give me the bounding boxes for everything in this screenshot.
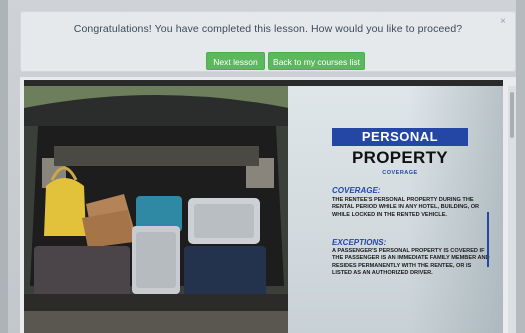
right-edge [516, 0, 525, 333]
slide-title-coverage: COVERAGE [382, 170, 418, 176]
accent-bar [487, 212, 489, 267]
coverage-text: THE RENTEE'S PERSONAL PROPERTY DURING TH… [332, 197, 480, 218]
lesson-slide: PERSONAL PROPERTY COVERAGE COVERAGE: THE… [24, 86, 503, 333]
next-lesson-button[interactable]: Next lesson [206, 52, 265, 70]
left-edge [0, 0, 8, 333]
slide-title-personal: PERSONAL [361, 129, 439, 144]
exceptions-heading: EXCEPTIONS: [332, 238, 387, 247]
back-to-courses-button[interactable]: Back to my courses list [268, 52, 365, 70]
slide-title-property: PROPERTY [352, 148, 448, 167]
car-trunk-luggage-photo [24, 86, 289, 333]
lesson-complete-notice: Congratulations! You have completed this… [20, 11, 516, 72]
exceptions-text: A PASSENGER'S PERSONAL PROPERTY IS COVER… [332, 248, 490, 277]
scrollbar-thumb[interactable] [510, 92, 514, 138]
personal-property-info-panel: PERSONAL PROPERTY COVERAGE COVERAGE: THE… [288, 86, 503, 333]
coverage-heading: COVERAGE: [332, 186, 381, 195]
notice-message: Congratulations! You have completed this… [73, 23, 463, 35]
close-icon[interactable]: × [500, 16, 506, 27]
